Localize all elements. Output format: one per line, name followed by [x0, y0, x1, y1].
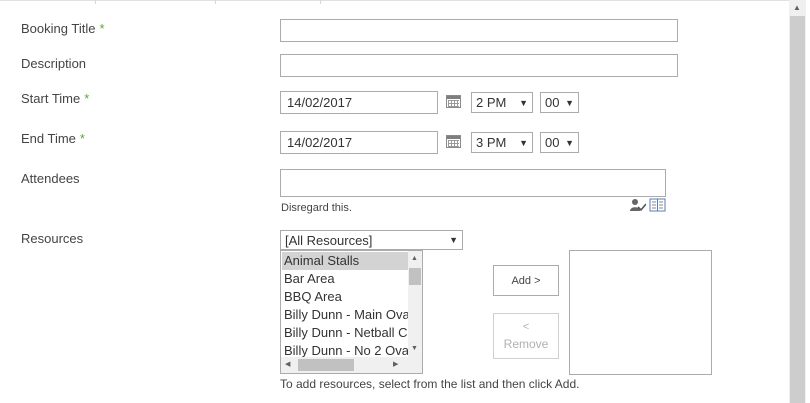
required-marker: * [99, 21, 105, 36]
calendar-icon[interactable] [446, 95, 461, 108]
resources-instructions: To add resources, select from the list a… [280, 377, 580, 391]
start-hour-value: 2 PM [476, 95, 507, 110]
list-item[interactable]: Billy Dunn - Netball Courts [282, 324, 408, 342]
available-resources-list[interactable]: Animal Stalls Bar Area BBQ Area Billy Du… [280, 250, 423, 374]
horizontal-scrollbar[interactable]: ◀ ▶ [281, 357, 408, 373]
add-resource-button[interactable]: Add > [493, 265, 559, 296]
description-input[interactable] [280, 54, 678, 77]
calendar-icon[interactable] [446, 135, 461, 148]
remove-arrow: < [522, 321, 530, 333]
start-hour-select[interactable]: 2 PM ▼ [471, 92, 533, 113]
list-item[interactable]: Animal Stalls [282, 252, 408, 270]
scrollbar-thumb[interactable] [409, 268, 421, 285]
end-minute-value: 00 [545, 135, 560, 150]
end-time-label-text: End Time [21, 131, 76, 146]
resource-filter-value: [All Resources] [285, 232, 373, 248]
chevron-down-icon: ▼ [565, 97, 574, 108]
page-scrollbar[interactable]: ▲ [789, 0, 806, 403]
description-label: Description [21, 56, 87, 71]
end-date-input[interactable]: 14/02/2017 [280, 131, 438, 154]
resource-filter-select[interactable]: [All Resources] ▼ [280, 230, 463, 250]
end-hour-value: 3 PM [476, 135, 507, 150]
required-marker: * [79, 131, 85, 146]
attendees-input[interactable] [280, 169, 666, 197]
list-item[interactable]: Billy Dunn - Main Oval [282, 306, 408, 324]
add-button-label: Add > [511, 274, 541, 287]
selected-resources-list[interactable] [569, 250, 712, 375]
scroll-right-icon[interactable]: ▶ [393, 361, 398, 369]
booking-title-label: Booking Title * [21, 21, 105, 36]
start-minute-select[interactable]: 00 ▼ [540, 92, 579, 113]
start-time-label-text: Start Time [21, 91, 81, 106]
address-book-icon[interactable] [649, 198, 666, 212]
booking-title-label-text: Booking Title [21, 21, 96, 36]
scrollbar-thumb[interactable] [298, 359, 354, 371]
tab-separator [320, 0, 321, 4]
booking-title-input[interactable] [280, 19, 678, 42]
end-time-label: End Time * [21, 131, 85, 146]
scroll-down-icon[interactable]: ▼ [411, 345, 418, 353]
tab-separator [95, 0, 96, 4]
start-date-input[interactable]: 14/02/2017 [280, 91, 438, 114]
top-divider [0, 0, 790, 4]
list-item[interactable]: Bar Area [282, 270, 408, 288]
page-scrollbar-thumb[interactable] [790, 16, 805, 403]
list-item[interactable]: BBQ Area [282, 288, 408, 306]
resources-label: Resources [21, 231, 84, 246]
scroll-up-icon[interactable]: ▲ [411, 255, 418, 263]
end-minute-select[interactable]: 00 ▼ [540, 132, 579, 153]
chevron-down-icon: ▼ [519, 97, 528, 108]
vertical-scrollbar[interactable]: ▲ ▼ [408, 251, 422, 357]
tab-separator [215, 0, 216, 4]
scroll-left-icon[interactable]: ◀ [285, 361, 290, 369]
start-time-label: Start Time * [21, 91, 89, 106]
chevron-down-icon: ▼ [565, 137, 574, 148]
chevron-down-icon: ▼ [449, 235, 458, 245]
scrollbar-corner [408, 357, 422, 373]
check-names-icon[interactable] [630, 198, 646, 213]
attendees-hint: Disregard this. [281, 202, 352, 214]
remove-button-label: Remove [503, 337, 549, 351]
end-hour-select[interactable]: 3 PM ▼ [471, 132, 533, 153]
remove-resource-button[interactable]: < Remove [493, 313, 559, 359]
chevron-down-icon: ▼ [519, 137, 528, 148]
attendees-label: Attendees [21, 171, 80, 186]
start-minute-value: 00 [545, 95, 560, 110]
required-marker: * [84, 91, 90, 106]
scroll-up-icon[interactable]: ▲ [793, 3, 801, 12]
